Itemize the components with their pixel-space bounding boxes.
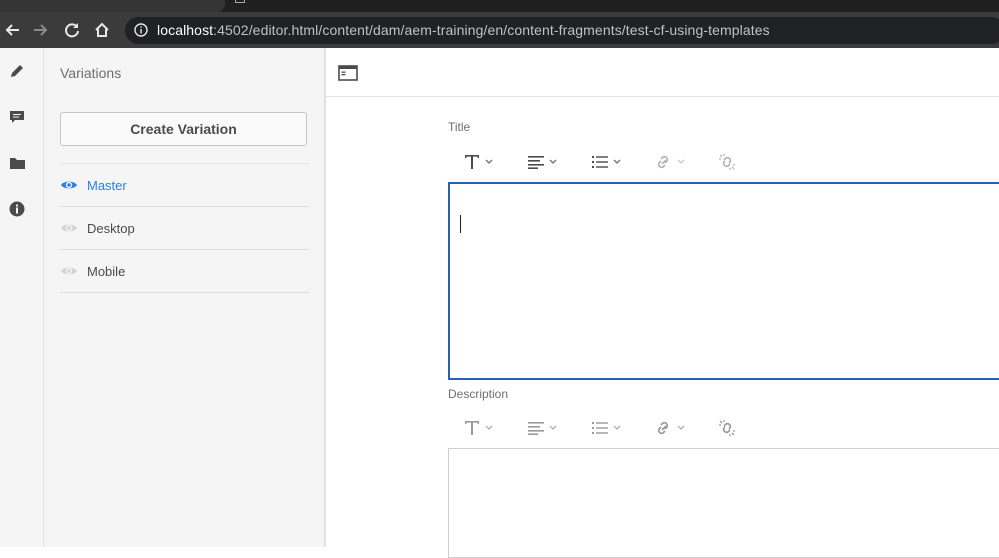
rail-edit-button[interactable] <box>0 54 34 88</box>
variation-label: Desktop <box>87 221 135 236</box>
eye-icon <box>61 224 77 232</box>
browser-toolbar: localhost:4502/editor.html/content/dam/a… <box>0 12 999 48</box>
chevron-down-icon <box>485 425 493 430</box>
variation-list: Master Desktop Mobile <box>60 163 309 293</box>
title-unlink-button[interactable] <box>718 146 736 178</box>
unlink-icon <box>719 154 735 170</box>
back-button[interactable] <box>0 12 24 48</box>
browser-tab-active[interactable] <box>0 0 225 12</box>
home-icon <box>95 22 109 37</box>
panel-title: Variations <box>60 65 122 81</box>
description-format-button[interactable] <box>464 412 493 444</box>
eye-icon <box>61 267 77 275</box>
variations-panel: Variations Create Variation Master Deskt… <box>44 48 326 547</box>
chevron-down-icon <box>613 425 621 430</box>
side-rail <box>0 48 44 547</box>
text-caret <box>460 215 461 233</box>
variation-label: Mobile <box>87 264 126 279</box>
site-info-icon[interactable] <box>134 23 148 37</box>
link-icon <box>657 421 669 435</box>
title-list-button[interactable] <box>592 146 621 178</box>
variation-item-master[interactable]: Master <box>60 163 309 207</box>
info-icon <box>9 201 25 217</box>
editor-main: Title Description <box>326 48 999 558</box>
description-unlink-button[interactable] <box>718 412 736 444</box>
title-justify-button[interactable] <box>528 146 557 178</box>
link-icon <box>657 155 669 169</box>
rail-annotations-button[interactable] <box>0 100 34 134</box>
create-variation-button[interactable]: Create Variation <box>60 112 307 146</box>
description-list-button[interactable] <box>592 412 621 444</box>
description-field-label: Description <box>448 387 509 401</box>
variation-item-mobile[interactable]: Mobile <box>60 250 309 293</box>
arrow-right-icon <box>34 24 48 36</box>
url-text: localhost:4502/editor.html/content/dam/a… <box>157 22 770 38</box>
url-host: localhost <box>157 22 214 38</box>
title-field-label: Title <box>448 120 471 134</box>
title-rich-text-editor[interactable] <box>448 182 999 380</box>
rail-metadata-button[interactable] <box>0 192 34 226</box>
chevron-down-icon <box>613 159 621 164</box>
browser-tab-edge <box>235 0 245 3</box>
variation-item-desktop[interactable]: Desktop <box>60 207 309 250</box>
url-path: :4502/editor.html/content/dam/aem-traini… <box>213 22 770 38</box>
chevron-down-icon <box>677 159 685 164</box>
description-link-button[interactable] <box>654 412 685 444</box>
chevron-down-icon <box>677 425 685 430</box>
list-icon <box>592 422 608 434</box>
forward-button[interactable] <box>29 12 53 48</box>
address-bar[interactable]: localhost:4502/editor.html/content/dam/a… <box>125 17 999 44</box>
description-justify-button[interactable] <box>528 412 557 444</box>
chevron-down-icon <box>485 159 493 164</box>
align-icon <box>528 422 544 435</box>
chevron-down-icon <box>549 159 557 164</box>
title-format-button[interactable] <box>464 146 493 178</box>
pencil-icon <box>11 65 23 77</box>
reload-button[interactable] <box>60 12 84 48</box>
editor-top-toolbar <box>326 48 999 97</box>
description-rte-toolbar <box>448 412 999 444</box>
toggle-side-panel-icon[interactable] <box>338 65 358 81</box>
align-icon <box>528 156 544 169</box>
folder-icon <box>9 157 25 169</box>
title-link-button[interactable] <box>654 146 685 178</box>
unlink-icon <box>719 420 735 436</box>
chevron-down-icon <box>549 425 557 430</box>
variation-label: Master <box>87 178 127 193</box>
home-button[interactable] <box>90 12 114 48</box>
eye-icon <box>61 181 77 189</box>
rail-associated-content-button[interactable] <box>0 146 34 180</box>
description-rich-text-editor[interactable] <box>448 448 999 558</box>
arrow-left-icon <box>5 24 19 36</box>
browser-tab-strip <box>0 0 999 12</box>
title-rte-toolbar <box>448 146 999 178</box>
text-format-icon <box>465 155 479 169</box>
text-format-icon <box>465 421 479 435</box>
comment-icon <box>10 111 24 123</box>
reload-icon <box>65 23 79 38</box>
list-icon <box>592 156 608 168</box>
